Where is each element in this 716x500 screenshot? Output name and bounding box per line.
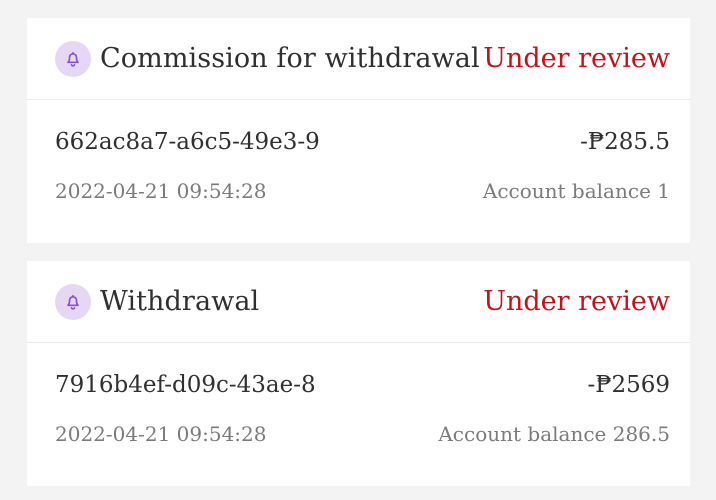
bell-icon [55,41,91,77]
transaction-title: Commission for withdrawal [100,43,480,74]
transaction-card[interactable]: Commission for withdrawal Under review 6… [27,18,690,243]
order-id: 7916b4ef-d09c-43ae-8 [55,372,316,398]
status-label: Under review [483,43,670,74]
transaction-amount: -₱285.5 [580,129,670,155]
transaction-header: Commission for withdrawal Under review [27,18,690,100]
transaction-timestamp: 2022-04-21 09:54:28 [55,179,267,203]
account-balance-value: 286.5 [612,422,670,446]
account-balance: Account balance 286.5 [438,419,670,449]
transaction-timestamp: 2022-04-21 09:54:28 [55,422,267,446]
account-balance-label: Account balance [482,179,651,203]
account-balance-label: Account balance [438,422,607,446]
transaction-title: Withdrawal [100,286,260,317]
account-balance-value: 1 [657,179,670,203]
account-balance: Account balance 1 [483,176,670,206]
order-id: 662ac8a7-a6c5-49e3-9 [55,129,320,155]
transaction-amount: -₱2569 [587,372,670,398]
status-label: Under review [483,286,670,317]
transaction-card[interactable]: Withdrawal Under review 7916b4ef-d09c-43… [27,261,690,486]
transaction-header: Withdrawal Under review [27,261,690,343]
bell-icon [55,284,91,320]
